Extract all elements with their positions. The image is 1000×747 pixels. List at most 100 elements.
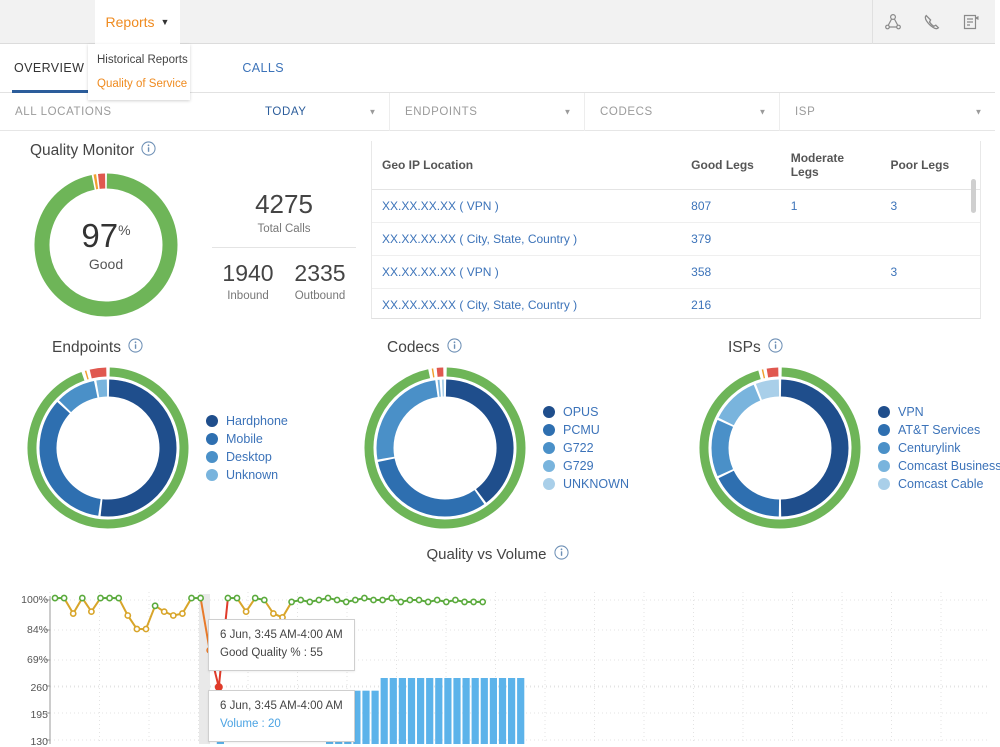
tab-label: CALLS [242, 61, 284, 75]
legend-color-swatch [878, 442, 890, 454]
legend-label: Unknown [226, 468, 279, 482]
outbound-value: 2335 [294, 259, 346, 286]
info-icon[interactable] [446, 338, 462, 358]
filter-isp[interactable]: ISP ▼ [780, 93, 995, 131]
filter-date-range[interactable]: TODAY ▼ [250, 92, 390, 131]
tooltip-time: 6 Jun, 3:45 AM-4:00 AM [220, 629, 343, 641]
codecs-header: Codecs [355, 338, 688, 358]
quality-monitor-header: Quality Monitor [30, 141, 360, 161]
volume-axis-tick: 260 [30, 682, 48, 694]
tab-overview[interactable]: OVERVIEW [0, 44, 100, 93]
donut-center-label: 97% Good [30, 169, 182, 321]
menu-item-historical-reports[interactable]: Historical Reports [88, 48, 190, 72]
quality-axis-tick: 84% [26, 624, 48, 636]
legend-item[interactable]: Centurylink [878, 441, 1000, 455]
legend-label: G729 [563, 459, 594, 473]
reports-dropdown-menu: Historical Reports Quality of Service [88, 44, 190, 100]
reports-menu-button[interactable]: Reports ▼ [95, 0, 180, 44]
outbound-stat: 2335 Outbound [284, 260, 356, 302]
legend-item[interactable]: Mobile [206, 432, 288, 446]
table-row[interactable]: XX.XX.XX.XX ( VPN ) 358 3 [372, 255, 980, 289]
inbound-stat: 1940 Inbound [212, 260, 284, 302]
codecs-legend: OPUS PCMU G722 G729 UNKNOWN [543, 401, 629, 495]
legend-label: Comcast Business [898, 459, 1000, 473]
legend-label: VPN [898, 405, 924, 419]
legend-color-swatch [543, 406, 555, 418]
legend-item[interactable]: G722 [543, 441, 629, 455]
table-header-row: Geo IP Location Good Legs Moderate Legs … [372, 141, 980, 190]
legend-item[interactable]: UNKNOWN [543, 477, 629, 491]
legend-item[interactable]: Desktop [206, 450, 288, 464]
legend-item[interactable]: Comcast Business [878, 459, 1000, 473]
panel-title: Endpoints [52, 339, 121, 356]
legend-label: G722 [563, 441, 594, 455]
note-edit-icon[interactable] [951, 0, 990, 44]
quality-axis-tick: 69% [26, 654, 48, 666]
cell-location[interactable]: XX.XX.XX.XX ( VPN ) [372, 189, 682, 223]
legend-item[interactable]: Hardphone [206, 414, 288, 428]
quality-tooltip: 6 Jun, 3:45 AM-4:00 AM Good Quality % : … [208, 619, 355, 671]
table-row[interactable]: XX.XX.XX.XX ( City, State, Country ) 379 [372, 222, 980, 256]
volume-tooltip: 6 Jun, 3:45 AM-4:00 AM Volume : 20 [208, 690, 355, 742]
isps-legend: VPN AT&T Services Centurylink Comcast Busin… [878, 401, 1000, 495]
phone-icon[interactable] [912, 0, 951, 44]
network-topology-icon[interactable] [873, 0, 912, 44]
filter-endpoints[interactable]: ENDPOINTS ▼ [390, 92, 585, 131]
legend-item[interactable]: OPUS [543, 405, 629, 419]
legend-item[interactable]: G729 [543, 459, 629, 473]
table-row[interactable]: XX.XX.XX.XX ( VPN ) 807 1 3 [372, 189, 980, 223]
cell-moderate [780, 288, 881, 318]
cell-location[interactable]: XX.XX.XX.XX ( City, State, Country ) [372, 222, 682, 256]
cell-good: 358 [681, 255, 781, 289]
quality-vs-volume-header: Quality vs Volume [0, 545, 995, 564]
filter-codecs[interactable]: CODECS ▼ [585, 92, 780, 131]
isps-panel: ISPs VPN AT&T Services Centurylink Comcast … [690, 338, 1000, 532]
outbound-label: Outbound [294, 289, 346, 302]
info-icon[interactable] [141, 141, 156, 161]
info-icon[interactable] [128, 338, 143, 358]
chevron-down-icon: ▼ [368, 107, 377, 116]
legend-item[interactable]: Comcast Cable [878, 477, 1000, 491]
endpoints-panel: Endpoints Hardphone Mobile Desktop Unknown [18, 338, 351, 532]
quality-percent: 97% [81, 216, 131, 254]
quality-axis-tick: 100% [21, 594, 48, 606]
panel-title: Quality Monitor [30, 142, 135, 159]
cell-moderate [780, 255, 881, 289]
volume-axis-tick: 195 [30, 709, 48, 721]
inbound-label: Inbound [227, 289, 269, 302]
legend-item[interactable]: AT&T Services [878, 423, 1000, 437]
tooltip-metric: Volume : 20 [220, 717, 281, 730]
menu-item-quality-of-service[interactable]: Quality of Service [88, 72, 190, 96]
volume-axis-tick: 130 [30, 736, 48, 747]
legend-item[interactable]: PCMU [543, 423, 629, 437]
panel-title: ISPs [728, 339, 761, 356]
table-scrollbar-thumb[interactable] [971, 179, 976, 213]
tab-calls[interactable]: CALLS [226, 44, 300, 93]
table-row[interactable]: XX.XX.XX.XX ( City, State, Country ) 216 [372, 288, 980, 318]
cell-poor [880, 288, 980, 318]
codecs-panel: Codecs OPUS PCMU G722 G729 UNKNOWN [355, 338, 688, 532]
top-icon-group [872, 0, 990, 44]
cell-good: 379 [681, 222, 781, 256]
legend-color-swatch [206, 415, 218, 427]
isps-donut [696, 364, 864, 532]
cell-location[interactable]: XX.XX.XX.XX ( VPN ) [372, 255, 682, 289]
info-icon[interactable] [553, 545, 569, 564]
cell-location[interactable]: XX.XX.XX.XX ( City, State, Country ) [372, 288, 682, 318]
quality-vs-volume-chart: 100% 84% 69% 260 195 130 6 Jun, 3:45 AM-… [0, 572, 995, 747]
cell-poor: 3 [880, 189, 980, 223]
legend-label: PCMU [563, 423, 600, 437]
tab-label: OVERVIEW [14, 61, 85, 75]
legend-color-swatch [543, 460, 555, 472]
cell-moderate [780, 222, 881, 256]
legend-label: Centurylink [898, 441, 961, 455]
inbound-value: 1940 [222, 259, 274, 286]
legend-item[interactable]: VPN [878, 405, 1000, 419]
filter-label: ISP [795, 105, 816, 118]
legend-label: Hardphone [226, 414, 288, 428]
legend-label: UNKNOWN [563, 477, 629, 491]
legend-item[interactable]: Unknown [206, 468, 288, 482]
legend-color-swatch [878, 406, 890, 418]
info-icon[interactable] [768, 338, 783, 358]
codecs-donut [361, 364, 529, 532]
